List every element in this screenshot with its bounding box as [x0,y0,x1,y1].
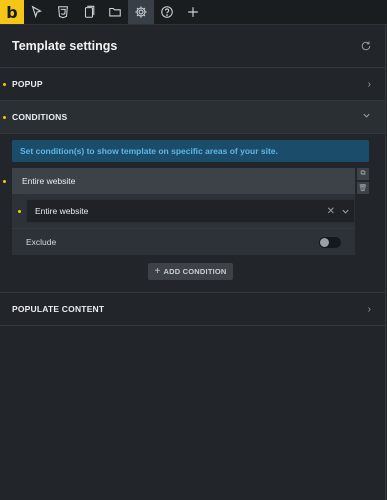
section-conditions[interactable]: CONDITIONS [0,101,385,134]
clear-icon[interactable]: ✕ [327,206,335,217]
chevron-down-icon[interactable] [341,207,350,216]
template-settings-panel: Template settings POPUP › CONDITIONS Set… [0,25,386,500]
add-condition-wrap: + ADD CONDITION [12,263,369,280]
exclude-label: Exclude [26,237,57,247]
chevron-down-icon [362,111,371,123]
reset-icon[interactable] [359,39,373,53]
select-controls: ✕ [327,206,350,217]
gear-icon[interactable] [128,0,154,24]
condition-main-select[interactable]: Entire website ✕ [26,199,355,223]
chevron-right-icon: › [367,78,371,90]
add-condition-label: ADD CONDITION [163,267,227,276]
help-icon[interactable] [154,0,180,24]
pages-icon[interactable] [76,0,102,24]
cursor-icon[interactable] [24,0,50,24]
condition-main-row: Entire website ✕ [12,194,355,229]
conditions-info-box: Set condition(s) to show template on spe… [12,140,369,162]
duplicate-icon[interactable]: ⧉ [357,168,369,180]
condition-main-value: Entire website [35,206,89,216]
plus-icon: + [154,266,161,277]
condition-fields: Entire website ✕ Exclude [12,194,355,255]
section-conditions-label: CONDITIONS [12,112,68,122]
chevron-right-icon: › [367,303,371,315]
modified-indicator [18,209,21,213]
modified-indicator [3,115,6,119]
condition-item: Entire website ⧉ 🗑 Entire website ✕ Excl… [3,168,369,255]
css3-icon[interactable] [50,0,76,24]
section-populate-label: POPULATE CONTENT [12,304,105,314]
modified-indicator [3,179,6,183]
condition-title[interactable]: Entire website [12,168,355,194]
modified-indicator [3,82,6,86]
conditions-content: Set condition(s) to show template on spe… [0,134,385,293]
add-condition-button[interactable]: + ADD CONDITION [148,263,233,280]
exclude-toggle[interactable] [319,236,341,248]
condition-actions: ⧉ 🗑 [357,168,369,194]
section-populate-content[interactable]: POPULATE CONTENT › [0,293,385,326]
section-popup[interactable]: POPUP › [0,68,385,101]
folder-icon[interactable] [102,0,128,24]
section-popup-label: POPUP [12,79,43,89]
trash-icon[interactable]: 🗑 [357,182,369,194]
exclude-row: Exclude [12,229,355,255]
app-logo[interactable]: b [0,0,24,24]
toggle-knob [320,237,329,247]
panel-title: Template settings [12,39,118,53]
panel-header: Template settings [0,25,385,68]
top-toolbar: b [0,0,387,25]
plus-icon[interactable] [180,0,206,24]
